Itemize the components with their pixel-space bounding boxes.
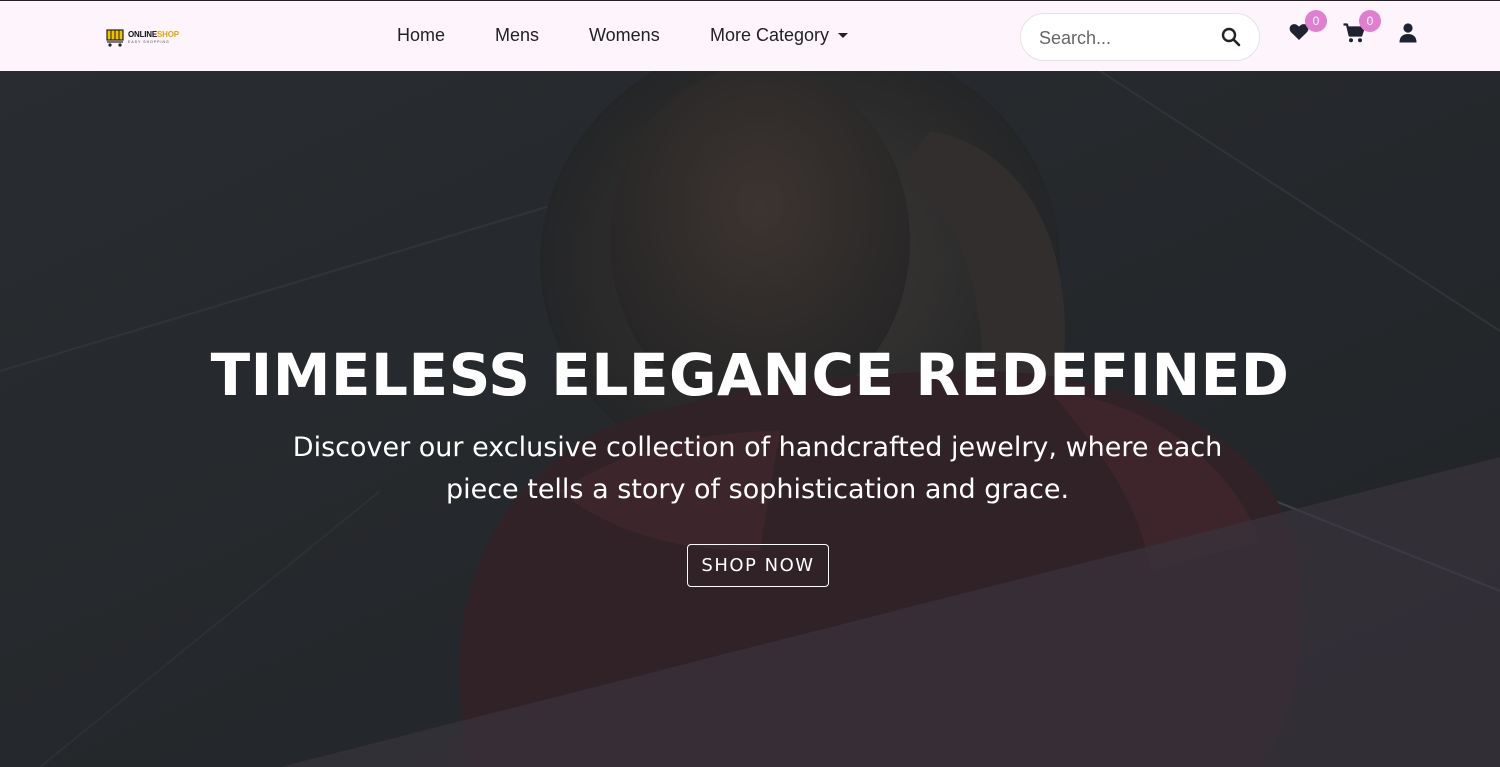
cart-count-badge: 0: [1359, 10, 1381, 32]
search-box: [1020, 13, 1260, 61]
hero-subtitle: Discover our exclusive collection of han…: [292, 432, 1223, 505]
brand-tagline: EASY SHOPPING: [128, 40, 170, 44]
brand-logo[interactable]: ONLINESHOP EASY SHOPPING: [106, 25, 186, 49]
search-icon[interactable]: [1221, 27, 1241, 47]
hero-title: TIMELESS ELEGANCE REDEFINED: [210, 341, 1290, 409]
nav-more-category[interactable]: More Category: [710, 25, 849, 46]
hero-background-image: [0, 71, 1500, 767]
search-input[interactable]: [1039, 26, 1219, 50]
brand-name: ONLINESHOP: [128, 30, 179, 39]
wishlist-count-badge: 0: [1305, 10, 1327, 32]
nav-home[interactable]: Home: [397, 25, 445, 46]
user-icon[interactable]: [1399, 23, 1417, 43]
logo-cart-icon: [106, 29, 124, 47]
nav-more-category-label: More Category: [710, 25, 830, 45]
caret-down-icon: [838, 33, 849, 38]
nav-mens[interactable]: Mens: [495, 25, 539, 46]
shop-now-button[interactable]: SHOP NOW: [687, 544, 829, 587]
nav-womens[interactable]: Womens: [589, 25, 660, 46]
hero-banner: TIMELESS ELEGANCE REDEFINED Discover our…: [0, 71, 1500, 767]
navbar: ONLINESHOP EASY SHOPPING Home Mens Women…: [0, 0, 1500, 71]
